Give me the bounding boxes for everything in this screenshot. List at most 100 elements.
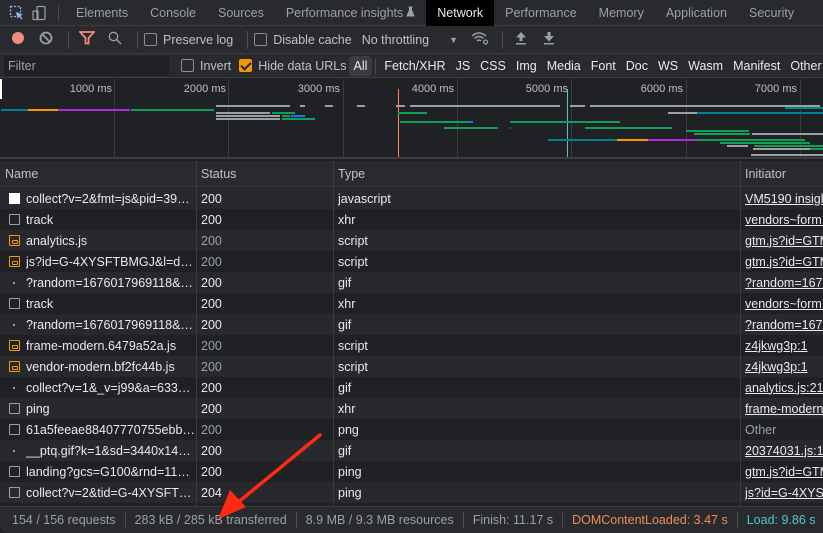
initiator-link[interactable]: vendors~form. [745, 209, 823, 230]
initiator-link[interactable]: z4jkwg3p:1 [745, 335, 823, 356]
tab-elements[interactable]: Elements [65, 0, 139, 26]
tab-performance-insights[interactable]: Performance insights [275, 0, 426, 26]
table-row[interactable]: collect?v=2&fmt=js&pid=39… 200 javascript V… [0, 188, 823, 209]
cell-status: 200 [201, 317, 222, 332]
checkbox-box[interactable] [254, 33, 268, 46]
filter-type-img[interactable]: Img [511, 56, 542, 76]
overview-request-bar [754, 145, 823, 147]
column-divider[interactable] [333, 161, 334, 506]
cell-name[interactable]: 61a5feeae88407770755ebb… [9, 419, 195, 440]
cell-name[interactable]: analytics.js [9, 230, 195, 251]
filter-type-font[interactable]: Font [586, 56, 621, 76]
disable-cache-checkbox[interactable]: Disable cache [254, 33, 352, 47]
tab-performance[interactable]: Performance [494, 0, 588, 26]
initiator-link[interactable]: analytics.js:21 [745, 377, 823, 398]
table-row[interactable]: track 200 xhr vendors~form. [0, 209, 823, 230]
cell-name[interactable]: vendor-modern.bf2fc44b.js [9, 356, 195, 377]
device-toolbar-icon[interactable] [28, 0, 50, 26]
filter-type-ws[interactable]: WS [653, 56, 683, 76]
tab-network[interactable]: Network [426, 0, 495, 26]
invert-checkbox[interactable]: Invert [181, 59, 231, 73]
filter-type-wasm[interactable]: Wasm [683, 56, 728, 76]
record-button[interactable] [6, 28, 30, 52]
clear-button[interactable] [34, 28, 58, 52]
cell-name[interactable]: ?random=1676017969118&… [9, 272, 195, 293]
filter-type-media[interactable]: Media [542, 56, 586, 76]
network-conditions-button[interactable] [468, 28, 492, 52]
table-row[interactable]: analytics.js 200 script gtm.js?id=GTM [0, 230, 823, 251]
checkbox-box[interactable] [144, 33, 157, 46]
table-row[interactable]: js?id=G-4XYSFTBMGJ&l=d… 200 script gtm.js?i… [0, 251, 823, 272]
column-header-name[interactable]: Name [0, 161, 196, 187]
import-har-button[interactable] [509, 28, 533, 52]
table-row[interactable]: ?random=1676017969118&… 200 gif ?random=167… [0, 314, 823, 335]
filter-type-doc[interactable]: Doc [621, 56, 653, 76]
filter-type-other[interactable]: Other [785, 56, 823, 76]
initiator-link[interactable]: gtm.js?id=GTM [745, 230, 823, 251]
table-row[interactable]: track 200 xhr vendors~form. [0, 293, 823, 314]
table-row[interactable]: ping 200 xhr frame-modern [0, 398, 823, 419]
initiator-link[interactable]: frame-modern [745, 398, 823, 419]
filter-toggle-button[interactable] [75, 28, 99, 52]
cell-name[interactable]: js?id=G-4XYSFTBMGJ&l=d… [9, 251, 195, 272]
tab-application[interactable]: Application [655, 0, 738, 26]
table-row[interactable]: frame-modern.6479a52a.js 200 script z4jkwg3… [0, 335, 823, 356]
column-header-initiator[interactable]: Initiator [740, 161, 823, 187]
tab-memory[interactable]: Memory [588, 0, 655, 26]
filter-type-css[interactable]: CSS [475, 56, 511, 76]
cell-name[interactable]: collect?v=2&fmt=js&pid=39… [9, 188, 195, 209]
overview-gridline [571, 79, 572, 157]
tab-security[interactable]: Security [738, 0, 805, 26]
inspect-element-icon[interactable] [6, 0, 28, 26]
overview-request-bar [810, 148, 823, 150]
network-overview-timeline[interactable]: 1000 ms 2000 ms 3000 ms 4000 ms 5000 ms … [0, 79, 823, 159]
overview-selection-handle[interactable] [0, 79, 2, 99]
table-row[interactable]: vendor-modern.bf2fc44b.js 200 script z4jkwg… [0, 356, 823, 377]
filter-type-all[interactable]: All [348, 55, 373, 76]
filter-input[interactable] [4, 55, 169, 76]
table-row[interactable]: 61a5feeae88407770755ebb… 200 png Other [0, 419, 823, 440]
search-button[interactable] [103, 28, 127, 52]
cell-name[interactable]: ?random=1676017969118&… [9, 314, 195, 335]
column-divider[interactable] [740, 161, 741, 506]
table-row[interactable]: collect?v=1&_v=j99&a=6336… 200 gif analytic… [0, 377, 823, 398]
column-divider[interactable] [196, 161, 197, 506]
initiator-link[interactable]: VM5190 insigh [745, 188, 823, 209]
table-row[interactable]: ?random=1676017969118&… 200 gif ?random=167… [0, 272, 823, 293]
cell-name[interactable]: landing?gcs=G100&rnd=11… [9, 461, 195, 482]
cell-name[interactable]: track [9, 209, 195, 230]
table-row[interactable]: landing?gcs=G100&rnd=11… 200 ping gtm.js?id… [0, 461, 823, 482]
overview-request-bar [216, 115, 280, 117]
tab-sources[interactable]: Sources [207, 0, 275, 26]
filter-type-manifest[interactable]: Manifest [728, 56, 785, 76]
cell-name[interactable]: collect?v=2&tid=G-4XYSFT… [9, 482, 195, 503]
initiator-link[interactable]: gtm.js?id=GTM [745, 251, 823, 272]
column-header-type[interactable]: Type [333, 161, 740, 187]
column-header-status[interactable]: Status [196, 161, 333, 187]
cell-name[interactable]: ping [9, 398, 195, 419]
cell-name[interactable]: collect?v=1&_v=j99&a=6336… [9, 377, 195, 398]
initiator-link[interactable]: gtm.js?id=GTM [745, 461, 823, 482]
hide-data-urls-checkbox[interactable]: Hide data URLs [239, 59, 347, 73]
filter-type-js[interactable]: JS [451, 56, 476, 76]
export-har-button[interactable] [537, 28, 561, 52]
initiator-link[interactable]: 20374031.js:19 [745, 440, 823, 461]
throttling-select[interactable]: No throttling ▼ [362, 33, 458, 47]
cell-name[interactable]: frame-modern.6479a52a.js [9, 335, 195, 356]
preserve-log-checkbox[interactable]: Preserve log [144, 33, 233, 47]
filter-type-fetch-xhr[interactable]: Fetch/XHR [379, 56, 450, 76]
initiator-link[interactable]: z4jkwg3p:1 [745, 356, 823, 377]
checkbox-box[interactable] [181, 59, 194, 72]
cell-name[interactable]: track [9, 293, 195, 314]
overview-request-bar [216, 105, 280, 107]
table-row[interactable]: __ptq.gif?k=1&sd=3440x14… 200 gif 20374031.… [0, 440, 823, 461]
cell-name[interactable]: __ptq.gif?k=1&sd=3440x14… [9, 440, 195, 461]
checkbox-box[interactable] [239, 59, 253, 72]
initiator-link[interactable]: ?random=1676 [745, 314, 823, 335]
initiator-link[interactable]: ?random=1676 [745, 272, 823, 293]
initiator-link[interactable]: js?id=G-4XYSI [745, 482, 823, 503]
table-row[interactable]: collect?v=2&tid=G-4XYSFT… 204 ping js?id=G-… [0, 482, 823, 503]
tab-console[interactable]: Console [139, 0, 207, 26]
initiator-link[interactable]: vendors~form. [745, 293, 823, 314]
summary-divider [295, 512, 297, 528]
